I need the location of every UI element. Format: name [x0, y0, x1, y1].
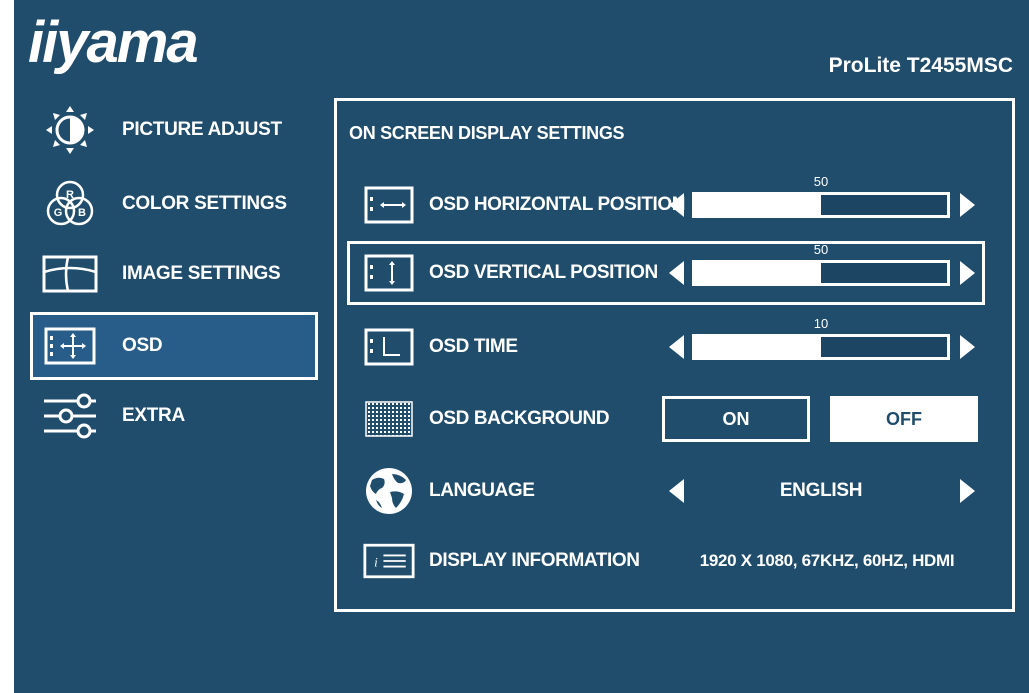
- sidebar-item-image-settings[interactable]: IMAGE SETTINGS: [30, 240, 318, 308]
- sidebar-item-label: IMAGE SETTINGS: [122, 263, 281, 284]
- increase-arrow-icon[interactable]: [960, 261, 975, 285]
- row-label: OSD VERTICAL POSITION: [429, 262, 658, 283]
- row-label: LANGUAGE: [429, 480, 535, 501]
- sidebar-item-label: OSD: [122, 335, 163, 356]
- osd-time-row[interactable]: OSD TIME 10: [347, 315, 985, 379]
- decrease-arrow-icon[interactable]: [669, 193, 684, 217]
- decrease-arrow-icon[interactable]: [669, 335, 684, 359]
- svg-text:i: i: [374, 555, 378, 570]
- osd-background-off-button[interactable]: OFF: [830, 396, 978, 442]
- info-icon: i: [363, 540, 415, 582]
- panel-title: ON SCREEN DISPLAY SETTINGS: [349, 123, 625, 143]
- osd-background-row[interactable]: OSD BACKGROUND ON OFF: [347, 387, 985, 451]
- slider-fill: [695, 195, 821, 215]
- sidebar-item-osd[interactable]: OSD: [30, 312, 318, 380]
- language-value: ENGLISH: [779, 480, 863, 501]
- row-label: DISPLAY INFORMATION: [429, 550, 640, 571]
- brand-logo: iiyama: [28, 10, 199, 75]
- sidebar-item-extra[interactable]: EXTRA: [30, 382, 318, 450]
- sidebar-item-label: PICTURE ADJUST: [122, 119, 282, 140]
- slider-value: 10: [813, 316, 829, 331]
- brightness-contrast-icon: [40, 104, 100, 156]
- osd-settings-panel: ON SCREEN DISPLAY SETTINGS OSD HORIZONTA…: [334, 98, 1015, 612]
- svg-text:R: R: [66, 189, 74, 201]
- display-info-value: 1920 X 1080, 67KHZ, 60HZ, HDMI: [699, 551, 955, 570]
- osd-horizontal-position-row[interactable]: OSD HORIZONTAL POSITION 50: [347, 173, 985, 237]
- svg-text:G: G: [54, 207, 63, 219]
- osd-background-icon: [363, 398, 415, 440]
- rgb-icon: R G B: [40, 178, 100, 230]
- osd-background-on-button[interactable]: ON: [662, 396, 810, 442]
- row-label: OSD BACKGROUND: [429, 408, 610, 429]
- osd-move-icon: [40, 320, 100, 372]
- sidebar-item-picture-adjust[interactable]: PICTURE ADJUST: [30, 96, 318, 164]
- row-label: OSD TIME: [429, 336, 518, 357]
- sidebar-item-color-settings[interactable]: R G B COLOR SETTINGS: [30, 170, 318, 238]
- decrease-arrow-icon[interactable]: [669, 261, 684, 285]
- increase-arrow-icon[interactable]: [960, 193, 975, 217]
- sidebar-item-label: EXTRA: [122, 405, 185, 426]
- osd-vertical-position-slider[interactable]: 50: [692, 242, 950, 286]
- vertical-position-icon: [363, 252, 415, 294]
- display-information-row: i DISPLAY INFORMATION 1920 X 1080, 67KHZ…: [347, 529, 985, 593]
- language-row[interactable]: LANGUAGE ENGLISH: [347, 459, 985, 523]
- increase-arrow-icon[interactable]: [960, 335, 975, 359]
- next-language-arrow-icon[interactable]: [960, 479, 975, 503]
- horizontal-position-icon: [363, 184, 415, 226]
- slider-value: 50: [813, 174, 829, 189]
- row-label: OSD HORIZONTAL POSITION: [429, 194, 686, 215]
- model-name: ProLite T2455MSC: [828, 54, 1013, 77]
- osd-time-slider[interactable]: 10: [692, 316, 950, 360]
- osd-vertical-position-row[interactable]: OSD VERTICAL POSITION 50: [347, 241, 985, 305]
- svg-text:B: B: [78, 207, 86, 219]
- sliders-icon: [40, 390, 100, 442]
- image-settings-icon: [40, 248, 100, 300]
- osd-time-icon: [363, 326, 415, 368]
- slider-fill: [695, 337, 821, 357]
- globe-icon: [363, 468, 415, 514]
- slider-fill: [695, 263, 821, 283]
- osd-horizontal-position-slider[interactable]: 50: [692, 174, 950, 218]
- sidebar-item-label: COLOR SETTINGS: [122, 193, 287, 214]
- slider-value: 50: [813, 242, 829, 257]
- osd-screen: iiyama ProLite T2455MSC PICTURE ADJUST R…: [14, 0, 1029, 693]
- previous-language-arrow-icon[interactable]: [669, 479, 684, 503]
